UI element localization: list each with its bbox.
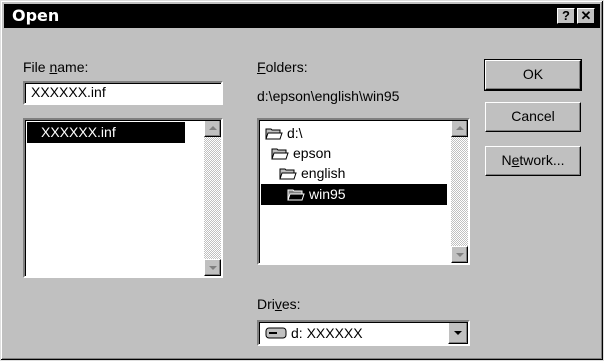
down-arrow-icon <box>209 266 217 270</box>
drive-value: d: XXXXXX <box>291 325 363 341</box>
help-button[interactable]: ? <box>557 8 575 24</box>
title-bar[interactable]: Open ? ✕ <box>4 4 600 28</box>
close-button[interactable]: ✕ <box>577 8 595 24</box>
file-list-item[interactable]: XXXXXX.inf <box>27 122 185 143</box>
scroll-up-button[interactable] <box>451 120 468 137</box>
drives-label: Drives: <box>257 296 301 312</box>
chevron-down-icon <box>454 331 462 335</box>
open-dialog: Open ? ✕ File name: XXXXXX.inf XXXXXX.in… <box>0 0 604 361</box>
file-name-label: File name: <box>23 59 89 75</box>
folder-item-win95[interactable]: win95 <box>261 184 447 205</box>
scroll-down-button[interactable] <box>451 246 468 263</box>
up-arrow-icon <box>209 126 217 130</box>
ok-button[interactable]: OK <box>484 59 582 91</box>
network-button[interactable]: Network... <box>485 146 581 176</box>
open-folder-icon <box>279 168 297 180</box>
up-arrow-icon <box>456 126 464 130</box>
folder-item-english[interactable]: english <box>279 164 459 184</box>
drives-dropdown[interactable]: d: XXXXXX <box>257 320 470 346</box>
file-name-input[interactable]: XXXXXX.inf <box>23 81 223 105</box>
folder-list[interactable]: d:\ epson english win95 <box>257 118 470 265</box>
file-name-value: XXXXXX.inf <box>31 84 106 100</box>
down-arrow-icon <box>456 253 464 257</box>
current-folder-path: d:\epson\english\win95 <box>257 88 400 104</box>
open-folder-icon <box>271 148 289 160</box>
open-folder-icon <box>287 189 305 201</box>
file-list-scrollbar[interactable] <box>204 120 221 276</box>
dialog-title: Open <box>12 6 60 25</box>
drive-icon <box>265 327 287 339</box>
scroll-up-button[interactable] <box>204 120 221 137</box>
scroll-down-button[interactable] <box>204 259 221 276</box>
folder-item-d-root[interactable]: d:\ <box>265 124 445 144</box>
folders-label: Folders: <box>257 59 308 75</box>
folder-list-scrollbar[interactable] <box>451 120 468 263</box>
cancel-button[interactable]: Cancel <box>485 102 581 132</box>
folder-item-epson[interactable]: epson <box>271 144 451 164</box>
open-folder-icon <box>265 128 283 140</box>
drives-dropdown-button[interactable] <box>448 322 468 344</box>
file-list[interactable]: XXXXXX.inf <box>23 118 223 278</box>
